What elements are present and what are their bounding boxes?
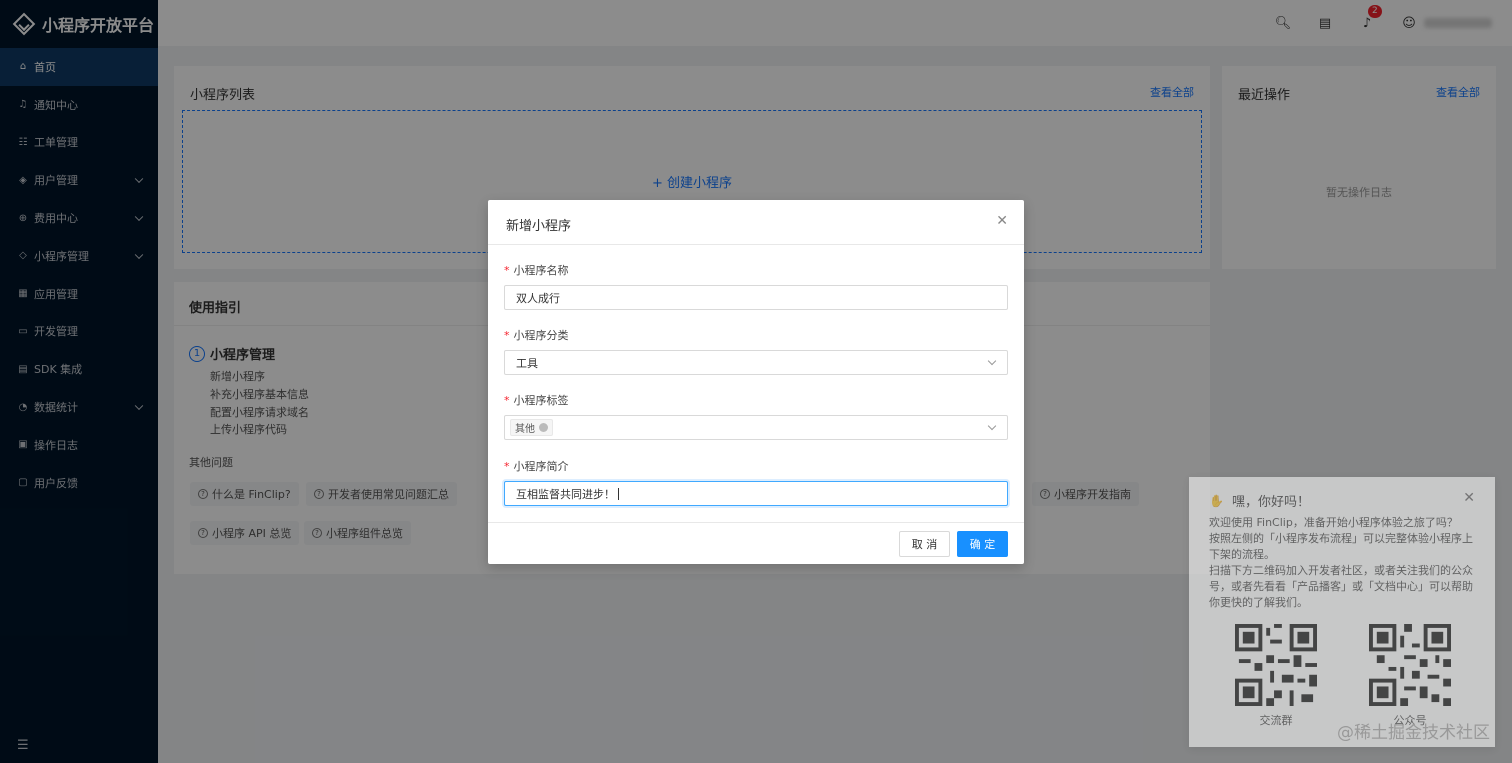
qr-code-official-account xyxy=(1369,624,1451,706)
chevron-down-icon xyxy=(987,356,997,366)
category-select[interactable]: 工具 xyxy=(504,350,1008,375)
welcome-title-row: ✋ 嘿，你好吗！ xyxy=(1209,491,1310,511)
welcome-line: 按照左侧的「小程序发布流程」可以完整体验小程序上下架的流程。 xyxy=(1209,532,1473,561)
tag-chip: 其他 xyxy=(510,419,553,436)
watermark: @稀土掘金技术社区 xyxy=(1337,723,1490,743)
welcome-line: 扫描下方二维码加入开发者社区，或者关注我们的公众号，或者先看看「产品播客」或「文… xyxy=(1209,564,1473,609)
close-icon[interactable]: ✕ xyxy=(996,213,1008,229)
welcome-line: 欢迎使用 FinClip，准备开始小程序体验之旅了吗？ xyxy=(1209,516,1458,529)
modal-title: 新增小程序 xyxy=(506,219,572,234)
tags-select[interactable]: 其他 xyxy=(504,415,1008,440)
qr-label-community: 交流群 xyxy=(1259,714,1293,727)
welcome-title: 嘿，你好吗！ xyxy=(1231,495,1310,510)
confirm-button[interactable]: 确 定 xyxy=(957,531,1008,557)
welcome-body: 欢迎使用 FinClip，准备开始小程序体验之旅了吗？ 按照左侧的「小程序发布流… xyxy=(1209,515,1481,611)
category-label: * 小程序分类 xyxy=(504,329,569,342)
intro-label: * 小程序简介 xyxy=(504,460,569,473)
welcome-panel: ✋ 嘿，你好吗！ ✕ 欢迎使用 FinClip，准备开始小程序体验之旅了吗？ 按… xyxy=(1189,477,1495,747)
new-miniapp-modal: 新增小程序 ✕ * 小程序名称 双人成行 * 小程序分类 工具 * 小程序标签 其他 … xyxy=(488,200,1024,564)
intro-input[interactable]: 互相监督共同进步！ xyxy=(504,481,1008,506)
close-icon[interactable]: ✕ xyxy=(1463,490,1475,506)
name-input[interactable]: 双人成行 xyxy=(504,285,1008,310)
modal-footer: 取 消 确 定 xyxy=(488,522,1024,564)
cancel-button[interactable]: 取 消 xyxy=(899,531,950,557)
modal-header: 新增小程序 ✕ xyxy=(488,200,1024,245)
qr-code-community xyxy=(1235,624,1317,706)
chevron-down-icon xyxy=(987,421,997,431)
tags-label: * 小程序标签 xyxy=(504,394,569,407)
wave-hand-icon: ✋ xyxy=(1209,493,1224,508)
tag-remove-icon[interactable] xyxy=(539,423,548,432)
text-caret xyxy=(618,487,619,500)
name-label: * 小程序名称 xyxy=(504,264,569,277)
